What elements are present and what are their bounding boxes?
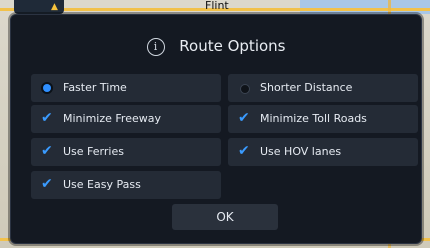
option-label: Use Easy Pass — [63, 178, 141, 191]
dialog-title-text: Route Options — [179, 37, 286, 55]
option-label: Use Ferries — [63, 145, 124, 158]
option-shorter-distance[interactable]: Shorter Distance — [228, 74, 418, 102]
radio-unselected-icon — [240, 84, 250, 94]
ok-button[interactable]: OK — [172, 204, 278, 230]
option-use-easy-pass[interactable]: ✔ Use Easy Pass — [31, 171, 221, 199]
radio-selected-icon — [43, 84, 51, 92]
checkmark-icon: ✔ — [41, 143, 53, 159]
checkmark-icon: ✔ — [41, 176, 53, 192]
option-label: Minimize Toll Roads — [260, 112, 367, 125]
option-label: Shorter Distance — [260, 81, 353, 94]
option-minimize-freeway[interactable]: ✔ Minimize Freeway — [31, 105, 221, 133]
dialog-title: i Route Options — [11, 37, 421, 56]
map-city-label: Flint — [205, 0, 229, 12]
option-label: Faster Time — [63, 81, 127, 94]
option-faster-time[interactable]: Faster Time — [31, 74, 221, 102]
checkmark-icon: ✔ — [41, 110, 53, 126]
option-label: Use HOV lanes — [260, 145, 342, 158]
map-water-area — [300, 0, 430, 14]
checkmark-icon: ✔ — [238, 143, 250, 159]
checkmark-icon: ✔ — [238, 110, 250, 126]
info-icon: i — [146, 37, 165, 56]
option-use-ferries[interactable]: ✔ Use Ferries — [31, 138, 221, 166]
route-options-dialog: i Route Options Faster Time Shorter Dist… — [10, 14, 422, 244]
map-top-chip: ▲ — [14, 0, 64, 14]
option-minimize-toll-roads[interactable]: ✔ Minimize Toll Roads — [228, 105, 418, 133]
option-use-hov-lanes[interactable]: ✔ Use HOV lanes — [228, 138, 418, 166]
option-label: Minimize Freeway — [63, 112, 161, 125]
arrow-up-icon: ▲ — [51, 2, 58, 12]
